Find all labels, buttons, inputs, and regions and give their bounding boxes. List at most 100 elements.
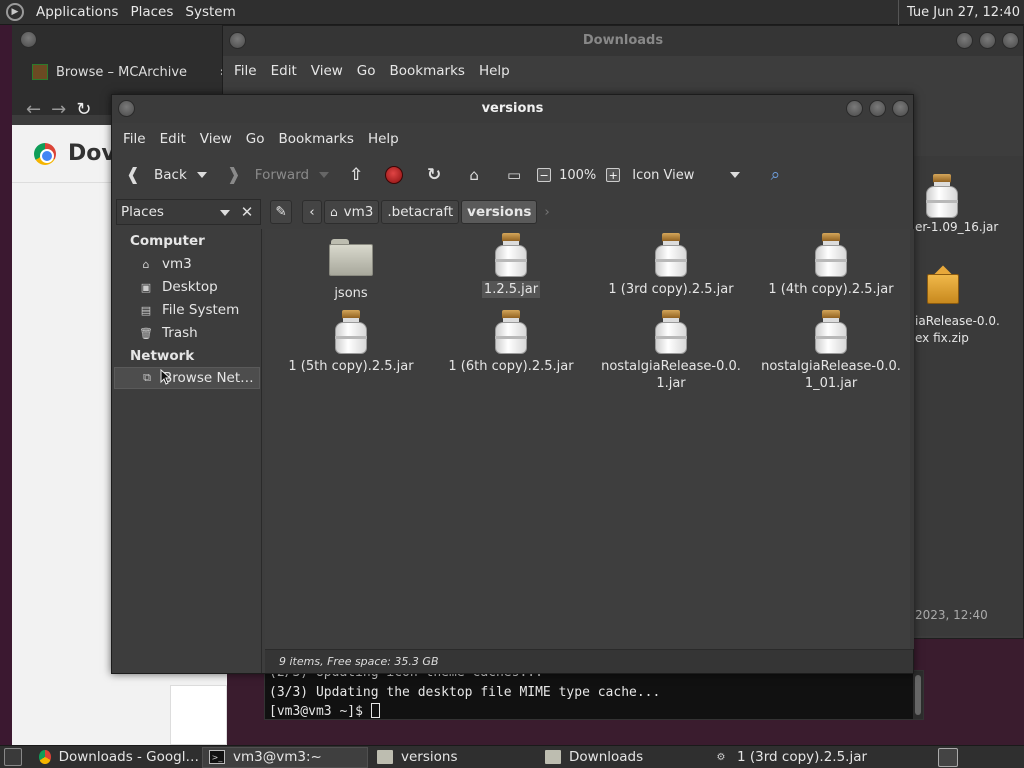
path-bar: ✎ ‹ ⌂ vm3 .betacraft versions ›	[270, 199, 910, 225]
system-logo-icon[interactable]: ▶	[6, 3, 24, 21]
path-right-arrow-icon[interactable]: ›	[539, 200, 554, 224]
view-mode-selector[interactable]: Icon View	[632, 168, 694, 183]
downloads-file-jar[interactable]	[925, 174, 959, 222]
zoom-level[interactable]: 100%	[559, 168, 596, 183]
file-label: nostalgiaRelease-0.0.	[761, 359, 901, 374]
menu-go[interactable]: Go	[239, 131, 272, 147]
trash-applet-icon[interactable]	[938, 748, 958, 767]
task-downloads[interactable]: Downloads	[538, 747, 704, 768]
sidebar-close-icon[interactable]: ✕	[234, 199, 260, 225]
forward-label: Forward	[254, 167, 310, 183]
file-label: 1.2.5.jar	[481, 281, 541, 298]
reload-icon[interactable]: ↻	[423, 164, 445, 186]
path-crumb-versions[interactable]: versions	[461, 200, 538, 224]
sidebar-item-desktop[interactable]: ▣ Desktop	[138, 276, 256, 298]
file-item-nostalgia-1[interactable]: nostalgiaRelease-0.0. 1.jar	[591, 310, 751, 392]
task-chrome-downloads[interactable]: Downloads - Googl…	[32, 747, 200, 768]
forward-history-dropdown[interactable]	[319, 172, 330, 178]
home-icon[interactable]: ⌂	[463, 164, 485, 186]
downloads-menu-go[interactable]: Go	[350, 63, 383, 79]
menu-file[interactable]: File	[116, 131, 153, 147]
menu-bookmarks[interactable]: Bookmarks	[272, 131, 361, 147]
view-mode-dropdown-icon[interactable]	[730, 172, 741, 178]
versions-minimize-button[interactable]	[846, 100, 863, 117]
downloads-zip-label-1[interactable]: iaRelease-0.0.	[915, 314, 1000, 328]
back-button[interactable]: ❰ Back	[122, 164, 187, 186]
edit-path-icon[interactable]: ✎	[270, 200, 292, 224]
file-item-nostalgia-1-01[interactable]: nostalgiaRelease-0.0. 1_01.jar	[751, 310, 911, 392]
path-crumb-vm3[interactable]: ⌂ vm3	[324, 200, 380, 224]
stop-button[interactable]	[385, 166, 404, 184]
menu-help[interactable]: Help	[361, 131, 406, 147]
reload-icon[interactable]: ↻	[76, 99, 91, 120]
path-crumb-betacraft[interactable]: .betacraft	[381, 200, 460, 224]
task-versions[interactable]: versions	[370, 747, 536, 768]
file-item-1-2-5-jar[interactable]: 1.2.5.jar	[431, 233, 591, 298]
terminal-scrollbar[interactable]	[913, 671, 923, 719]
sidebar-item-file-system[interactable]: ▤ File System	[138, 299, 256, 321]
downloads-menu-edit[interactable]: Edit	[264, 63, 304, 79]
downloads-window-menu-button[interactable]	[229, 32, 246, 49]
downloads-close-button[interactable]	[1002, 32, 1019, 49]
versions-window-menu-button[interactable]	[118, 100, 135, 117]
task-terminal[interactable]: >_ vm3@vm3:~	[202, 746, 368, 768]
zoom-out-icon[interactable]: −	[537, 168, 552, 182]
applications-menu[interactable]: Applications	[30, 4, 124, 20]
places-menu[interactable]: Places	[124, 4, 179, 20]
terminal-icon: >_	[209, 750, 225, 764]
back-arrow-icon[interactable]: ←	[26, 99, 41, 120]
icon-view[interactable]: jsons 1.2.5.jar 1 (3rd copy).2.5.jar 1 (…	[265, 229, 910, 649]
menu-edit[interactable]: Edit	[153, 131, 193, 147]
terminal-window[interactable]: (2/3) Updating icon theme caches... (3/3…	[264, 665, 924, 720]
terminal-prompt: [vm3@vm3 ~]$	[269, 704, 371, 719]
downloads-menu-view[interactable]: View	[304, 63, 350, 79]
download-card[interactable]	[170, 685, 227, 745]
back-history-dropdown[interactable]	[196, 172, 207, 178]
sidebar-item-vm3[interactable]: ⌂ vm3	[138, 253, 256, 275]
file-item-6th-copy[interactable]: 1 (6th copy).2.5.jar	[431, 310, 591, 375]
downloads-file-label[interactable]: er-1.09_16.jar	[915, 220, 998, 234]
path-left-arrow-icon[interactable]: ‹	[302, 200, 322, 224]
chrome-window-menu-button[interactable]	[20, 31, 37, 48]
file-item-jsons[interactable]: jsons	[271, 237, 431, 302]
forward-arrow-icon[interactable]: →	[51, 99, 66, 120]
downloads-menu-help[interactable]: Help	[472, 63, 517, 79]
zip-file-icon[interactable]	[927, 265, 959, 306]
task-jar-file[interactable]: ⚙ 1 (3rd copy).2.5.jar	[706, 747, 876, 768]
downloads-content: er-1.09_16.jar iaRelease-0.0. ex fix.zip…	[913, 156, 1023, 636]
computer-icon[interactable]: ▭	[503, 164, 525, 186]
search-icon[interactable]: ⌕	[764, 164, 786, 186]
file-item-5th-copy[interactable]: 1 (5th copy).2.5.jar	[271, 310, 431, 375]
icon-view-scrollbar[interactable]	[910, 229, 914, 649]
chrome-tab-title: Browse – MCArchive	[56, 64, 188, 80]
versions-title[interactable]: versions	[112, 95, 913, 123]
downloads-date-text: 2023, 12:40	[915, 608, 988, 622]
sidebar-item-trash[interactable]: 🗑 Trash	[138, 322, 256, 344]
downloads-menu-bookmarks[interactable]: Bookmarks	[383, 63, 472, 79]
zoom-in-icon[interactable]: +	[606, 168, 621, 182]
versions-close-button[interactable]	[892, 100, 909, 117]
downloads-minimize-button[interactable]	[956, 32, 973, 49]
terminal-prompt-line[interactable]: [vm3@vm3 ~]$	[269, 703, 380, 719]
downloads-title[interactable]: Downloads	[223, 26, 1023, 56]
menu-view[interactable]: View	[193, 131, 239, 147]
downloads-menu-file[interactable]: File	[227, 63, 264, 79]
home-icon: ⌂	[142, 257, 150, 271]
file-item-4th-copy[interactable]: 1 (4th copy).2.5.jar	[751, 233, 911, 298]
clock[interactable]: Tue Jun 27, 12:40	[897, 0, 1020, 25]
versions-maximize-button[interactable]	[869, 100, 886, 117]
task-label: 1 (3rd copy).2.5.jar	[737, 749, 868, 765]
sidebar-item-browse-network[interactable]: ⧉ Browse Net…	[114, 367, 260, 389]
jar-file-icon	[494, 310, 528, 354]
places-sidebar: Computer ⌂ vm3 ▣ Desktop ▤ File System 🗑 Tra…	[112, 229, 262, 673]
downloads-maximize-button[interactable]	[979, 32, 996, 49]
downloads-zip-label-2[interactable]: ex fix.zip	[915, 331, 969, 345]
forward-button[interactable]: ❱ Forward	[223, 164, 309, 186]
chrome-tab[interactable]: Browse – MCArchive ›	[22, 57, 227, 87]
file-item-3rd-copy[interactable]: 1 (3rd copy).2.5.jar	[591, 233, 751, 298]
sidebar-item-label: vm3	[162, 256, 192, 272]
show-desktop-icon[interactable]	[4, 748, 22, 766]
system-menu[interactable]: System	[179, 4, 241, 20]
up-icon[interactable]: ⇧	[345, 164, 367, 186]
jar-file-icon	[654, 233, 688, 277]
